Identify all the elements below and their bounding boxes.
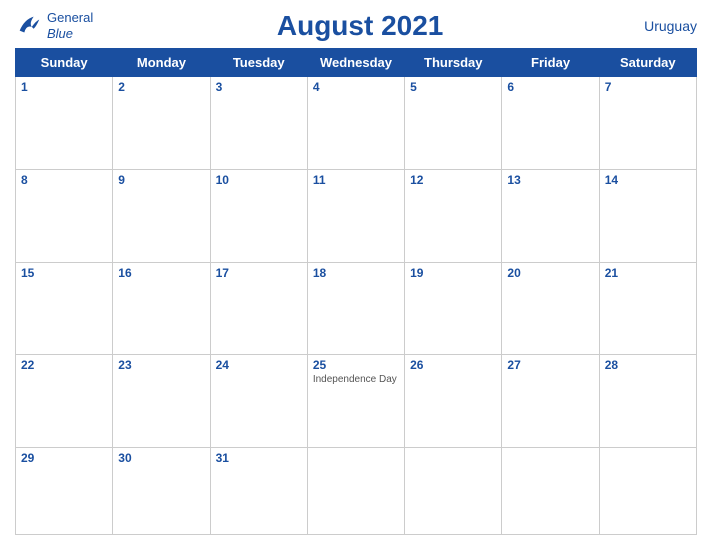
event-label: Independence Day	[313, 374, 399, 385]
week-row-3: 15 16 17 18 19 20 21	[16, 262, 697, 355]
day-number: 8	[21, 173, 107, 187]
day-cell	[405, 448, 502, 535]
day-number: 21	[605, 266, 691, 280]
day-number: 31	[216, 451, 302, 465]
logo-text: General Blue	[47, 10, 93, 41]
day-cell	[599, 448, 696, 535]
weekday-header-sunday: Sunday	[16, 49, 113, 77]
day-number: 17	[216, 266, 302, 280]
day-cell: 28	[599, 355, 696, 448]
day-cell: 8	[16, 169, 113, 262]
day-number: 7	[605, 80, 691, 94]
weekday-header-friday: Friday	[502, 49, 599, 77]
day-cell: 5	[405, 77, 502, 170]
day-cell: 11	[307, 169, 404, 262]
day-number: 6	[507, 80, 593, 94]
day-cell: 6	[502, 77, 599, 170]
weekday-header-thursday: Thursday	[405, 49, 502, 77]
day-cell	[307, 448, 404, 535]
day-cell: 26	[405, 355, 502, 448]
day-number: 11	[313, 173, 399, 187]
day-cell: 19	[405, 262, 502, 355]
day-cell: 12	[405, 169, 502, 262]
weekday-header-saturday: Saturday	[599, 49, 696, 77]
day-cell: 1	[16, 77, 113, 170]
country-label: Uruguay	[627, 18, 697, 34]
day-number: 25	[313, 358, 399, 372]
day-number: 20	[507, 266, 593, 280]
day-number: 4	[313, 80, 399, 94]
day-number: 3	[216, 80, 302, 94]
day-cell: 24	[210, 355, 307, 448]
day-cell: 27	[502, 355, 599, 448]
weekday-header-wednesday: Wednesday	[307, 49, 404, 77]
day-number: 29	[21, 451, 107, 465]
week-row-1: 1234567	[16, 77, 697, 170]
day-cell: 7	[599, 77, 696, 170]
day-number: 24	[216, 358, 302, 372]
day-number: 16	[118, 266, 204, 280]
day-cell: 3	[210, 77, 307, 170]
logo-icon	[15, 12, 43, 40]
day-cell: 31	[210, 448, 307, 535]
day-cell: 21	[599, 262, 696, 355]
day-number: 30	[118, 451, 204, 465]
week-row-2: 89 10 11 12 13 14	[16, 169, 697, 262]
day-cell: 29	[16, 448, 113, 535]
day-cell: 17	[210, 262, 307, 355]
day-cell: 13	[502, 169, 599, 262]
day-cell: 2	[113, 77, 210, 170]
day-number: 27	[507, 358, 593, 372]
day-cell: 10	[210, 169, 307, 262]
calendar-table: SundayMondayTuesdayWednesdayThursdayFrid…	[15, 48, 697, 535]
day-number: 23	[118, 358, 204, 372]
day-number: 12	[410, 173, 496, 187]
day-cell: 23	[113, 355, 210, 448]
day-number: 13	[507, 173, 593, 187]
calendar-title: August 2021	[93, 10, 627, 42]
day-number: 19	[410, 266, 496, 280]
day-cell: 18	[307, 262, 404, 355]
day-cell: 16	[113, 262, 210, 355]
weekday-header-monday: Monday	[113, 49, 210, 77]
day-cell	[502, 448, 599, 535]
day-cell: 30	[113, 448, 210, 535]
day-cell: 20	[502, 262, 599, 355]
logo: General Blue	[15, 10, 93, 41]
day-number: 9	[118, 173, 204, 187]
day-cell: 22	[16, 355, 113, 448]
day-number: 2	[118, 80, 204, 94]
day-number: 18	[313, 266, 399, 280]
day-number: 15	[21, 266, 107, 280]
day-number: 1	[21, 80, 107, 94]
weekday-header-tuesday: Tuesday	[210, 49, 307, 77]
day-number: 26	[410, 358, 496, 372]
calendar-header: General Blue August 2021 Uruguay	[15, 10, 697, 42]
day-cell: 4	[307, 77, 404, 170]
week-row-4: 22 23 24 25 Independence Day 26 27 28	[16, 355, 697, 448]
day-number: 10	[216, 173, 302, 187]
week-row-5: 29 30 31	[16, 448, 697, 535]
day-number: 28	[605, 358, 691, 372]
day-number: 22	[21, 358, 107, 372]
weekday-header-row: SundayMondayTuesdayWednesdayThursdayFrid…	[16, 49, 697, 77]
day-cell: 15	[16, 262, 113, 355]
day-cell: 25 Independence Day	[307, 355, 404, 448]
day-number: 5	[410, 80, 496, 94]
day-cell: 9	[113, 169, 210, 262]
day-number: 14	[605, 173, 691, 187]
day-cell: 14	[599, 169, 696, 262]
